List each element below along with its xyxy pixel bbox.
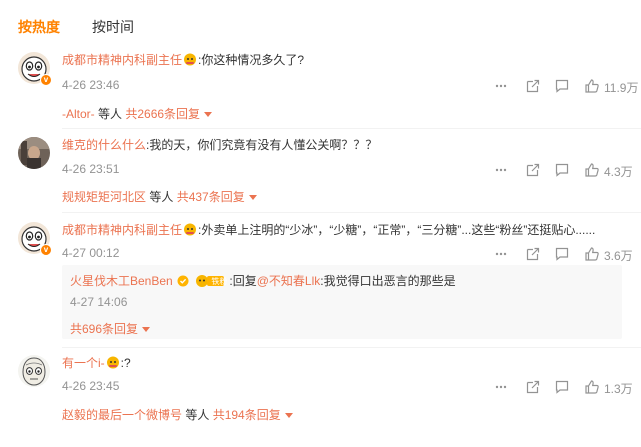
more-icon[interactable] [493, 162, 509, 178]
more-icon[interactable] [493, 246, 509, 262]
tab-by-hot[interactable]: 按热度 [18, 17, 60, 37]
comment-text: ? [124, 356, 131, 370]
comment-icon[interactable] [554, 78, 570, 94]
verified-gold-icon [177, 275, 189, 287]
sub-reply-time: 4-27 14:06 [70, 295, 128, 309]
comment-actions: 11.9万 [441, 78, 641, 95]
share-icon[interactable] [525, 162, 541, 178]
fan-tag-label: 铁粉 [211, 277, 228, 286]
comment-author[interactable]: 成都市精神内科副主任 [62, 53, 182, 67]
comment-actions: 3.6万 [441, 246, 641, 263]
comment-item: 有一个i-:? 4-26 23:45 1.3万 赵毅的最后一个微博号 等人 共1… [0, 355, 641, 425]
reply-suffix: 等人 [182, 408, 210, 422]
comment-time: 4-26 23:51 [62, 162, 120, 176]
divider [62, 212, 641, 213]
reply-summary: 赵毅的最后一个微博号 等人 共194条回复 [62, 406, 293, 423]
comment-actions: 1.3万 [441, 379, 641, 396]
reply-total-link[interactable]: 共437条回复 [177, 190, 257, 204]
share-icon[interactable] [525, 246, 541, 262]
reply-prefix: :回复 [229, 274, 257, 288]
divider [62, 128, 641, 129]
share-icon[interactable] [525, 379, 541, 395]
sub-reply-text: :我觉得口出恶言的那些是 [320, 274, 456, 288]
comment-icon[interactable] [554, 246, 570, 262]
caret-down-icon [142, 327, 151, 332]
reply-names[interactable]: -Altor- [62, 107, 95, 121]
reply-total: 共2666条回复 [125, 107, 201, 121]
verified-badge-icon: v [40, 74, 52, 86]
sub-reply-total-link[interactable]: 共696条回复 [70, 320, 151, 337]
sub-reply-total: 共696条回复 [70, 322, 139, 336]
reply-total: 共437条回复 [176, 190, 245, 204]
reply-names[interactable]: 规规矩矩河北区 [62, 190, 146, 204]
mention-link[interactable]: @不知春Llk [257, 274, 321, 288]
fan-badge-icon [183, 53, 197, 66]
comment-time: 4-26 23:46 [62, 78, 120, 92]
comment-actions: 4.3万 [441, 162, 641, 179]
fan-badge-icon [106, 356, 120, 369]
comment-time: 4-26 23:45 [62, 379, 120, 393]
like-count: 1.3万 [604, 382, 633, 396]
comment-item: 维克的什么什么:我的天，你们究竟有没有人懂公关啊？？？ 4-26 23:51 4… [0, 135, 641, 205]
comment-item: v 成都市精神内科副主任:外卖单上注明的“少冰”，“少糖”，“正常”，“三分糖”… [0, 222, 641, 342]
verified-badge-icon: v [40, 244, 52, 256]
caret-down-icon [284, 413, 293, 418]
comment-author[interactable]: 维克的什么什么 [62, 138, 146, 152]
reply-total-link[interactable]: 共2666条回复 [125, 107, 213, 121]
comment-time: 4-27 00:12 [62, 246, 120, 260]
like-count: 3.6万 [604, 249, 633, 263]
like-count: 4.3万 [604, 165, 633, 179]
fan-badge-icon [183, 223, 197, 236]
reply-suffix: 等人 [146, 190, 174, 204]
comment-author[interactable]: 有一个i- [62, 356, 105, 370]
avatar[interactable] [18, 137, 50, 169]
avatar[interactable] [18, 355, 50, 387]
like-icon[interactable] [584, 78, 600, 94]
reply-suffix: 等人 [94, 107, 123, 121]
like-count: 11.9万 [604, 81, 639, 95]
reply-summary: -Altor- 等人 共2666条回复 [62, 105, 213, 122]
comment-item: v 成都市精神内科副主任:你这种情况多久了? 4-26 23:46 11.9万 … [0, 52, 641, 122]
comment-icon[interactable] [554, 379, 570, 395]
comment-icon[interactable] [554, 162, 570, 178]
tab-by-time[interactable]: 按时间 [92, 17, 134, 37]
reply-summary: 规规矩矩河北区 等人 共437条回复 [62, 188, 257, 205]
comment-text: 我的天，你们究竟有没有人懂公关啊？？？ [149, 138, 378, 152]
like-icon[interactable] [584, 246, 600, 262]
divider [62, 347, 641, 348]
more-icon[interactable] [493, 379, 509, 395]
sub-reply-author[interactable]: 火星伐木工BenBen [70, 274, 173, 288]
share-icon[interactable] [525, 78, 541, 94]
caret-down-icon [204, 112, 213, 117]
caret-down-icon [248, 195, 257, 200]
like-icon[interactable] [584, 379, 600, 395]
comment-author[interactable]: 成都市精神内科副主任 [62, 223, 182, 237]
sub-reply-panel: 火星伐木工BenBen 铁粉:回复@不知春Llk:我觉得口出恶言的那些是 4-2… [62, 265, 622, 339]
reply-total: 共194条回复 [212, 408, 281, 422]
reply-total-link[interactable]: 共194条回复 [213, 408, 293, 422]
like-icon[interactable] [584, 162, 600, 178]
more-icon[interactable] [493, 78, 509, 94]
reply-names[interactable]: 赵毅的最后一个微博号 [62, 408, 182, 422]
comment-text: 外卖单上注明的“少冰”，“少糖”，“正常”，“三分糖”...这些“粉丝”还挺贴心… [201, 223, 596, 237]
sort-tabs: 按热度 按时间 [0, 0, 641, 46]
comment-text: 你这种情况多久了? [201, 53, 305, 67]
